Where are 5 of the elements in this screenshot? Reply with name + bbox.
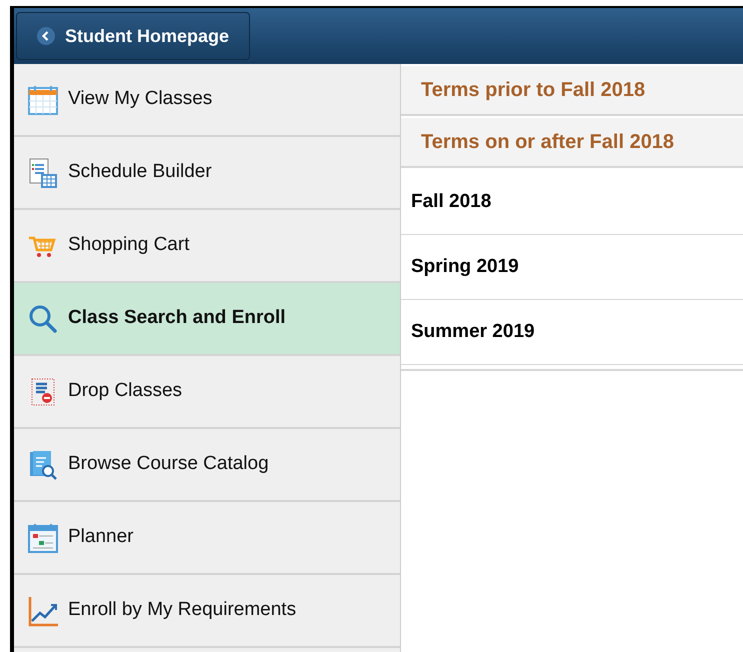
term-group-header[interactable]: Terms prior to Fall 2018 xyxy=(401,66,743,116)
sidebar-item[interactable]: Class Search and Enroll xyxy=(14,283,400,356)
term-group-header[interactable]: Terms on or after Fall 2018 xyxy=(401,118,743,168)
back-button[interactable]: Student Homepage xyxy=(16,12,250,60)
back-icon xyxy=(37,27,55,45)
